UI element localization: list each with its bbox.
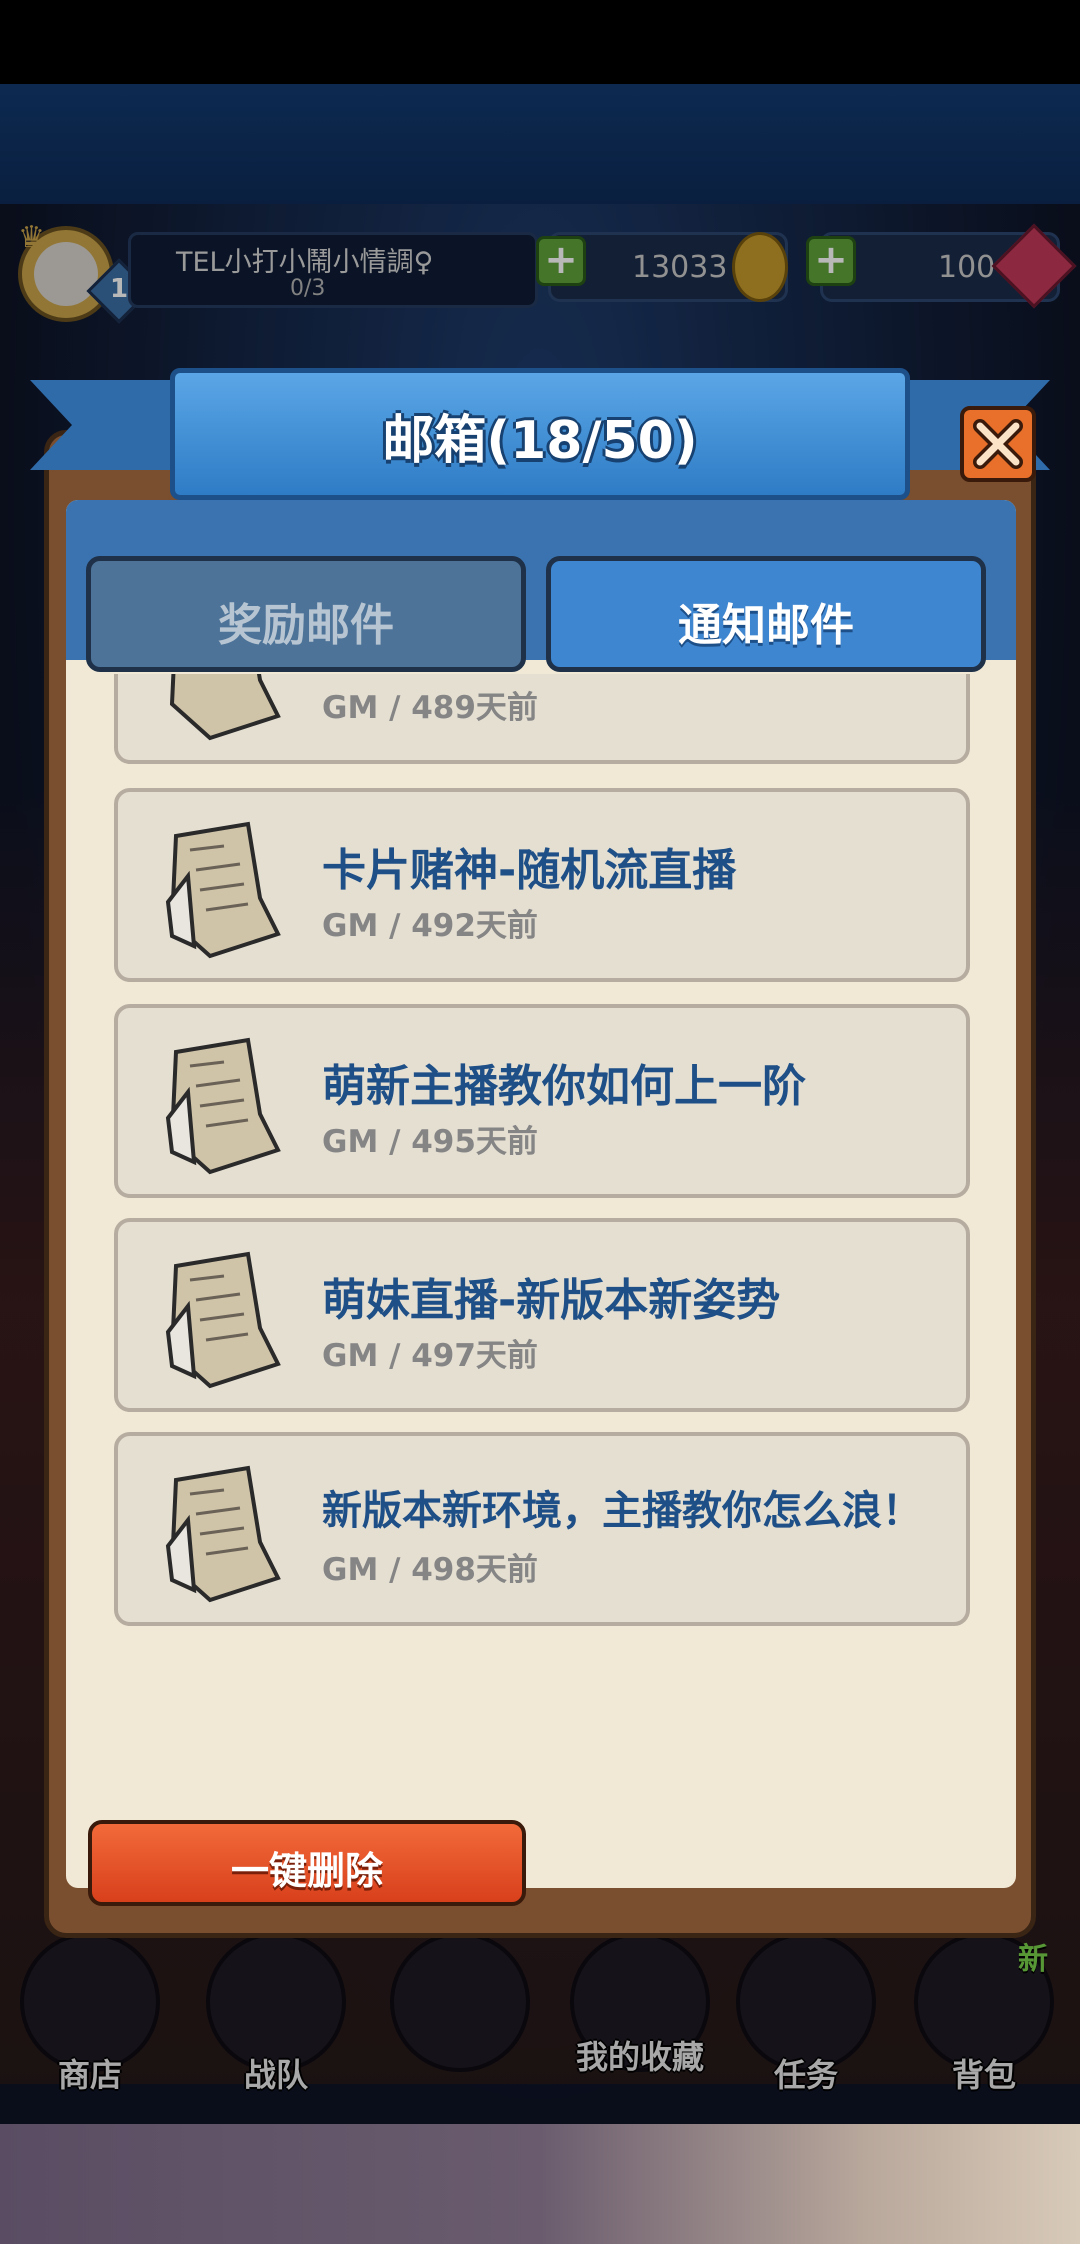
bottom-background [0, 2124, 1080, 2244]
tab-reward-mail-label: 奖励邮件 [218, 600, 394, 651]
mail-title: 卡片赌神-随机流直播 [322, 845, 737, 896]
tab-reward-mail[interactable]: 奖励邮件 [86, 556, 526, 672]
status-bar [0, 0, 1080, 84]
mail-item[interactable]: GM / 489天前 [114, 674, 970, 764]
mail-meta: GM / 489天前 [322, 690, 538, 726]
letter-icon [165, 1465, 281, 1603]
close-button[interactable] [960, 406, 1036, 482]
tab-notice-mail[interactable]: 通知邮件 [546, 556, 986, 672]
close-icon [973, 419, 1023, 469]
mail-item[interactable]: 卡片赌神-随机流直播 GM / 492天前 [114, 788, 970, 982]
letter-icon [169, 674, 281, 741]
letter-icon [165, 821, 281, 959]
mail-meta: GM / 492天前 [322, 908, 538, 944]
mail-title: 新版本新环境，主播教你怎么浪！ [322, 1488, 922, 1534]
tab-notice-mail-label: 通知邮件 [678, 600, 854, 651]
mail-item[interactable]: 新版本新环境，主播教你怎么浪！ GM / 498天前 [114, 1432, 970, 1626]
mail-meta: GM / 498天前 [322, 1552, 538, 1588]
letter-icon [165, 1037, 281, 1175]
mail-title: 萌新主播教你如何上一阶 [322, 1061, 806, 1112]
letter-icon [165, 1251, 281, 1389]
mail-meta: GM / 497天前 [322, 1338, 538, 1374]
mail-list[interactable]: GM / 489天前 卡片赌神-随机流直播 GM / 492天前 萌新主播教你如… [86, 674, 996, 1814]
mail-title: 萌妹直播-新版本新姿势 [322, 1275, 781, 1326]
mail-item[interactable]: 萌新主播教你如何上一阶 GM / 495天前 [114, 1004, 970, 1198]
delete-all-button[interactable]: 一键删除 [88, 1820, 526, 1906]
mail-item[interactable]: 萌妹直播-新版本新姿势 GM / 497天前 [114, 1218, 970, 1412]
mailbox-title: 邮箱(18/50) [382, 411, 698, 471]
mail-meta: GM / 495天前 [322, 1124, 538, 1160]
delete-all-label: 一键删除 [230, 1849, 383, 1893]
